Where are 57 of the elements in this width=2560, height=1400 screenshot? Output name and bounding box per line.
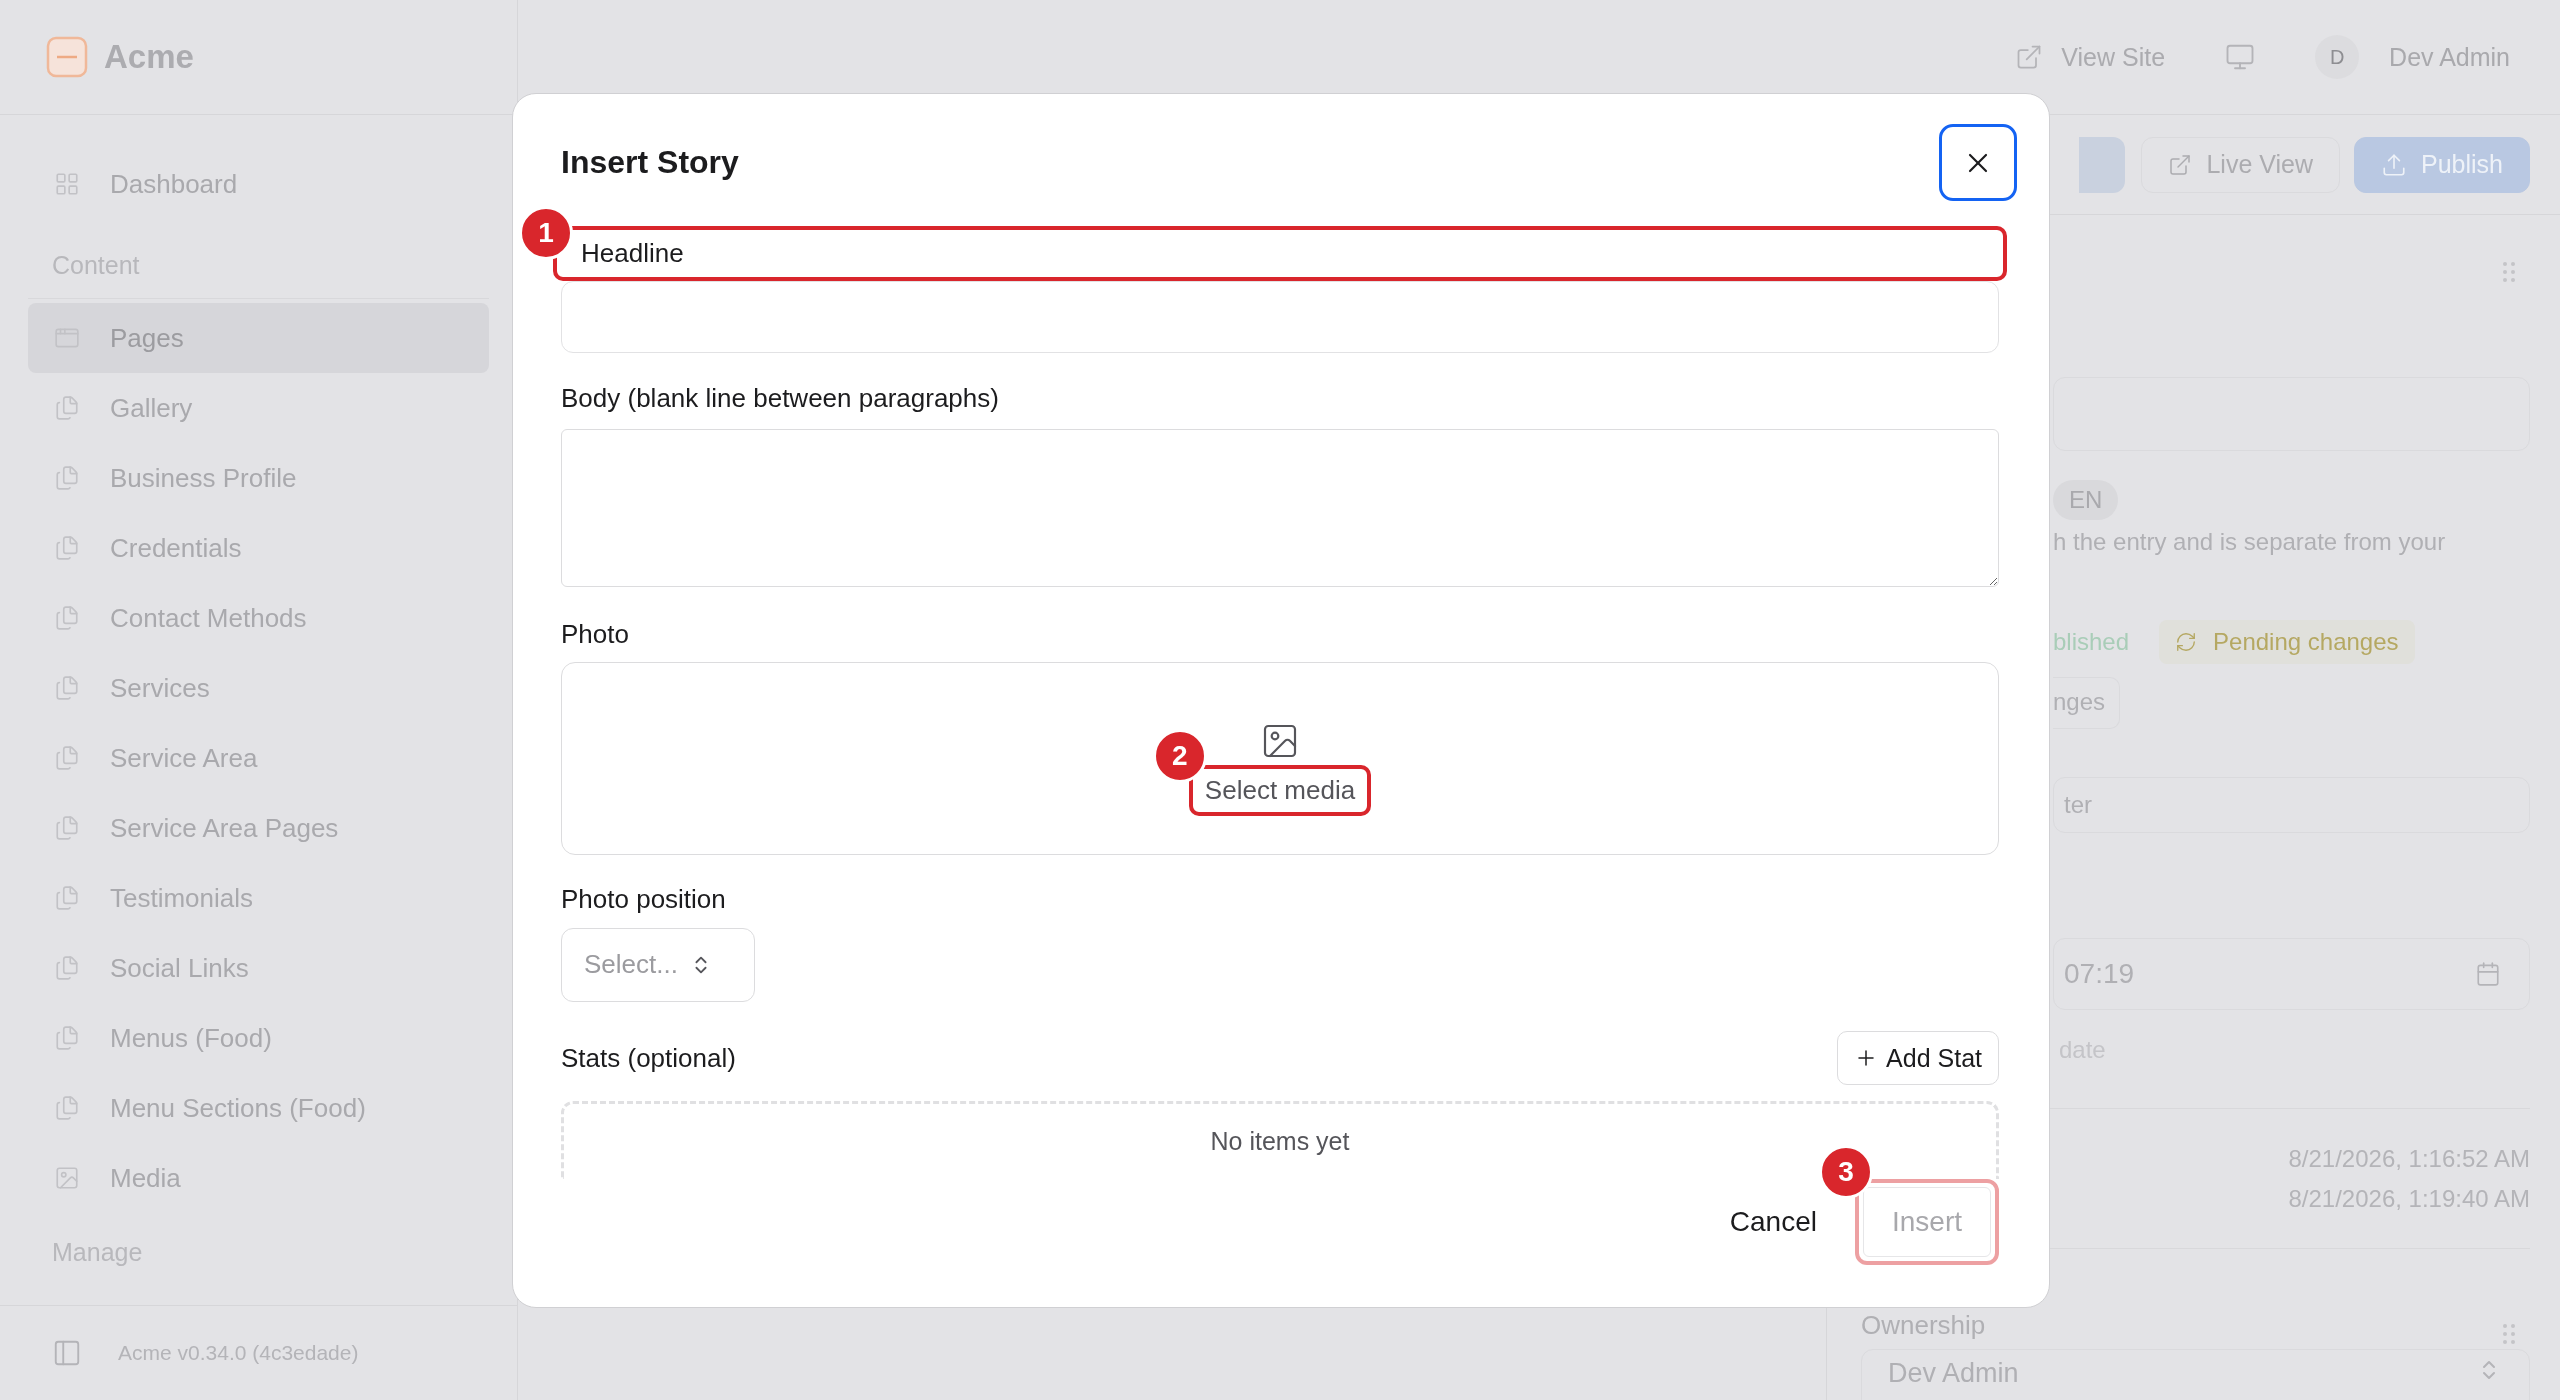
photo-dropzone[interactable]: 2 Select media [561,662,1999,855]
field-label: Photo position [561,884,727,915]
select-media-button[interactable]: Select media [1188,764,1372,816]
sidebar-item[interactable]: Business Profile [28,443,489,513]
sidebar-item[interactable]: Gallery [28,373,489,443]
documents-icon [54,955,80,981]
external-link-icon [2168,152,2193,177]
documents-icon [54,395,80,421]
sidebar-item[interactable]: Media [28,1143,489,1213]
user-name: Dev Admin [2389,42,2510,72]
field-label: Headline [553,226,2007,281]
documents-icon [54,535,80,561]
close-button[interactable] [1939,124,2017,201]
sidebar-item[interactable]: Services [28,653,489,723]
sidebar-item[interactable]: Testimonials [28,863,489,933]
step-badge: 1 [519,206,573,260]
sidebar-item[interactable]: Credentials [28,513,489,583]
sidebar-item[interactable]: Service Area [28,723,489,793]
sidebar-item[interactable]: Menu Sections (Food) [28,1073,489,1143]
sidebar-item[interactable]: Menus (Food) [28,1003,489,1073]
documents-icon [54,815,80,841]
field-label: Body (blank line between paragraphs) [561,383,1000,414]
empty-message: No items yet [1210,1127,1350,1157]
field-label: Photo [561,619,630,650]
status-label: blished [2053,628,2130,656]
sidebar-item[interactable]: Contact Methods [28,583,489,653]
position-select[interactable]: Select... [561,927,755,1003]
avatar: D [2315,35,2360,79]
add-stat-button[interactable]: Add Stat [1837,1031,1999,1086]
view-site-link[interactable]: View Site [2015,42,2166,72]
sidebar-item[interactable]: Social Links [28,933,489,1003]
field-label: Stats (optional) [561,1042,736,1074]
cancel-button[interactable]: Cancel [1729,1205,1817,1238]
refresh-icon [2175,631,2198,653]
calendar-icon [2475,961,2501,987]
sidebar-item[interactable]: Pages [28,303,489,373]
documents-icon [54,465,80,491]
status-badge: Pending changes [2159,620,2415,664]
documents-icon [54,675,80,701]
documents-icon [54,605,80,631]
headline-field[interactable] [561,281,1999,353]
documents-icon [54,1095,80,1121]
image-icon [54,1165,80,1191]
grid-icon [54,171,80,197]
sidebar-toggle-icon[interactable] [52,1338,82,1368]
drag-handle-icon[interactable] [2502,261,2516,283]
sidebar-item[interactable]: Dashboard [28,149,489,219]
toolbar-button[interactable] [2079,136,2126,193]
monitor-icon[interactable] [2225,42,2256,72]
documents-icon [54,745,80,771]
drag-handle-icon[interactable] [2502,1323,2516,1345]
logo-icon [46,36,88,78]
body-field[interactable] [561,428,1999,588]
sidebar-item[interactable]: Service Area Pages [28,793,489,863]
documents-icon [54,1025,80,1051]
dialog-title: Insert Story [561,144,739,181]
documents-icon [54,885,80,911]
